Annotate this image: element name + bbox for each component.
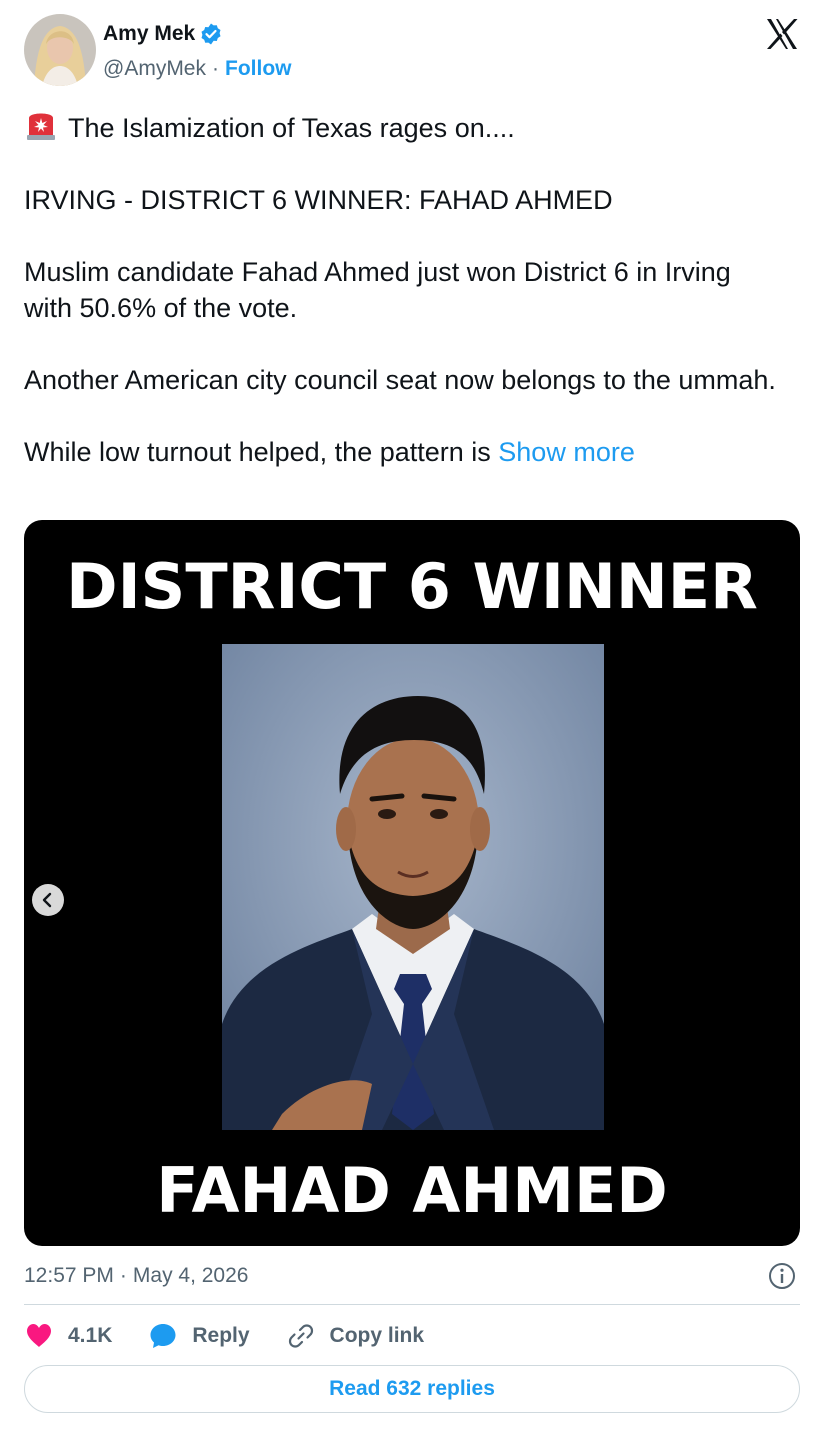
separator: · [212,57,219,80]
follow-button[interactable]: Follow [225,57,292,81]
like-button[interactable]: 4.1K [24,1321,112,1351]
display-name[interactable]: Amy Mek [103,22,195,46]
show-more-link[interactable]: Show more [498,437,635,467]
copy-link-button[interactable]: Copy link [286,1321,425,1351]
portrait-photo [222,644,604,1130]
reply-label: Reply [192,1324,250,1347]
reply-button[interactable]: Reply [148,1321,250,1351]
verified-badge-icon [199,22,223,46]
tweet-line-2: IRVING - DISTRICT 6 WINNER: FAHAD AHMED [24,185,613,215]
media-image[interactable]: DISTRICT 6 WINNER FAHAD AHMED [24,520,800,1246]
heart-icon [27,1324,51,1347]
carousel-prev-button[interactable] [32,884,64,916]
name-row: Amy Mek [103,22,223,46]
reply-bubble-icon [150,1324,176,1348]
read-replies-button[interactable]: Read 632 replies [24,1365,800,1413]
tweet-line-1-text: The Islamization of Texas rages on.... [68,113,515,143]
tweet-date[interactable]: May 4, 2026 [133,1264,249,1288]
info-icon[interactable] [768,1262,796,1290]
x-logo-icon[interactable] [764,16,800,52]
link-icon [288,1324,313,1348]
tweet-header: Amy Mek @AmyMek · Follow [24,14,800,90]
tweet-time[interactable]: 12:57 PM [24,1264,114,1288]
tweet-line-1: The Islamization of Texas rages on.... [24,108,784,146]
meta-separator: · [119,1264,127,1287]
tweet-line-4: Another American city council seat now b… [24,365,776,395]
like-count: 4.1K [68,1324,113,1347]
tweet-line-3: Muslim candidate Fahad Ahmed just won Di… [24,257,731,323]
divider [24,1304,800,1305]
tweet-card: Amy Mek @AmyMek · Follow The Islamizatio… [0,0,822,1436]
siren-emoji-icon [24,108,58,142]
action-bar: 4.1K Reply Copy link [24,1318,800,1354]
handle[interactable]: @AmyMek [103,57,206,81]
tweet-text: The Islamization of Texas rages on.... I… [24,108,784,470]
tweet-line-5-text: While low turnout helped, the pattern is [24,437,491,467]
avatar[interactable] [24,14,96,86]
tweet-line-5: While low turnout helped, the pattern is… [24,434,784,470]
handle-row: @AmyMek · Follow [103,57,292,81]
tweet-timestamp[interactable]: 12:57 PM · May 4, 2026 [24,1262,800,1290]
media-caption: FAHAD AHMED [156,1154,668,1227]
chevron-left-icon [42,892,52,908]
media-headline: DISTRICT 6 WINNER [66,550,758,623]
copy-link-label: Copy link [329,1324,425,1347]
